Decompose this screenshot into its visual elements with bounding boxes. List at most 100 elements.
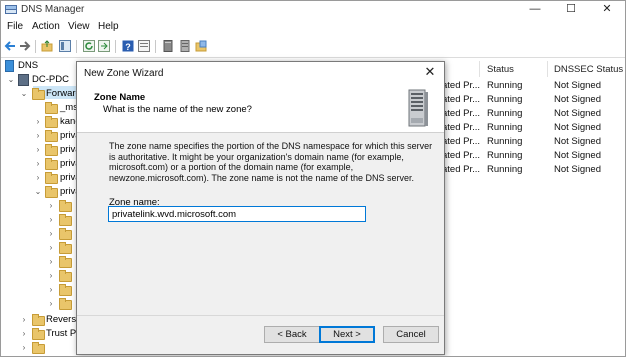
- folder-icon: [59, 298, 72, 310]
- zone-name-input[interactable]: privatelink.wvd.microsoft.com: [108, 206, 366, 222]
- refresh-icon[interactable]: [83, 40, 95, 52]
- help-icon[interactable]: ?: [122, 40, 134, 52]
- folder-icon: [45, 102, 58, 114]
- wizard-description: The zone name specifies the portion of t…: [109, 141, 433, 183]
- toolbar-separator: [155, 40, 156, 53]
- minimize-button[interactable]: —: [517, 1, 553, 19]
- folder-icon: [45, 116, 58, 128]
- chevron-right-icon[interactable]: ›: [47, 213, 55, 226]
- show-tree-icon[interactable]: [59, 40, 71, 52]
- folder-icon: [59, 242, 72, 254]
- chevron-right-icon[interactable]: ›: [34, 143, 42, 156]
- cell-status: Running: [487, 164, 523, 175]
- title-bar: DNS Manager — ☐ ✕: [1, 1, 625, 19]
- cell-type: ated Pr...: [442, 80, 481, 91]
- chevron-down-icon[interactable]: ⌄: [34, 185, 42, 198]
- chevron-right-icon[interactable]: ›: [47, 255, 55, 268]
- wizard-step-subtitle: What is the name of the new zone?: [103, 104, 252, 115]
- toolbar-separator: [76, 40, 77, 53]
- chevron-right-icon[interactable]: ›: [47, 283, 55, 296]
- folder-icon: [32, 328, 45, 340]
- chevron-right-icon[interactable]: ›: [20, 313, 28, 326]
- folder-icon: [32, 314, 45, 326]
- forward-arrow-icon[interactable]: [19, 40, 31, 52]
- cell-dnssec: Not Signed: [554, 122, 602, 133]
- dialog-title-bar: New Zone Wizard ✕: [77, 62, 444, 84]
- tree-label: DNS: [18, 60, 39, 71]
- folder-icon: [45, 158, 58, 170]
- menu-action[interactable]: Action: [32, 21, 60, 32]
- menu-view[interactable]: View: [68, 21, 90, 32]
- folder-icon: [59, 214, 72, 226]
- wizard-header: Zone Name What is the name of the new zo…: [77, 84, 444, 133]
- maximize-button[interactable]: ☐: [553, 1, 589, 19]
- dialog-close-button[interactable]: ✕: [422, 64, 438, 80]
- cell-type: ated Pr...: [442, 122, 481, 133]
- folder-icon: [32, 342, 45, 354]
- folder-icon: [59, 270, 72, 282]
- column-divider: [547, 61, 548, 77]
- column-header-status[interactable]: Status: [487, 64, 514, 75]
- wizard-step-title: Zone Name: [94, 92, 146, 103]
- menu-file[interactable]: File: [7, 21, 23, 32]
- cell-dnssec: Not Signed: [554, 108, 602, 119]
- cell-status: Running: [487, 136, 523, 147]
- cell-type: ated Pr...: [442, 94, 481, 105]
- cell-dnssec: Not Signed: [554, 94, 602, 105]
- back-arrow-icon[interactable]: [4, 40, 16, 52]
- properties-icon[interactable]: [138, 40, 150, 52]
- folder-icon: [59, 228, 72, 240]
- column-header-dnssec[interactable]: DNSSEC Status: [554, 64, 623, 75]
- folder-icon: [32, 88, 45, 100]
- cell-type: ated Pr...: [442, 164, 481, 175]
- chevron-right-icon[interactable]: ›: [34, 171, 42, 184]
- server-list-icon[interactable]: [179, 40, 191, 52]
- chevron-right-icon[interactable]: ›: [47, 269, 55, 282]
- folder-icon: [45, 186, 58, 198]
- chevron-right-icon[interactable]: ›: [20, 327, 28, 340]
- dns-manager-window: DNS Manager — ☐ ✕ File Action View Help …: [0, 0, 626, 357]
- chevron-right-icon[interactable]: ›: [47, 199, 55, 212]
- toolbar-separator: [115, 40, 116, 53]
- chevron-right-icon[interactable]: ›: [20, 341, 28, 354]
- cell-status: Running: [487, 108, 523, 119]
- folder-icon: [45, 172, 58, 184]
- chevron-right-icon[interactable]: ›: [34, 115, 42, 128]
- cell-type: ated Pr...: [442, 150, 481, 161]
- up-folder-icon[interactable]: [41, 40, 53, 52]
- dialog-separator: [77, 315, 444, 316]
- chevron-right-icon[interactable]: ›: [47, 297, 55, 310]
- server-tower-icon: [408, 89, 428, 127]
- server-icon[interactable]: [162, 40, 174, 52]
- cell-dnssec: Not Signed: [554, 136, 602, 147]
- cell-dnssec: Not Signed: [554, 80, 602, 91]
- cell-dnssec: Not Signed: [554, 150, 602, 161]
- column-divider: [479, 61, 480, 77]
- chevron-right-icon[interactable]: ›: [34, 129, 42, 142]
- next-button[interactable]: Next >: [319, 326, 375, 343]
- chevron-down-icon[interactable]: ⌄: [20, 87, 28, 100]
- folder-icon: [45, 130, 58, 142]
- cell-status: Running: [487, 150, 523, 161]
- tree-label: DC-PDC: [32, 74, 69, 85]
- cancel-button[interactable]: Cancel: [383, 326, 439, 343]
- server-icon: [18, 74, 29, 86]
- cell-status: Running: [487, 80, 523, 91]
- dialog-title: New Zone Wizard: [84, 68, 164, 79]
- chevron-right-icon[interactable]: ›: [34, 157, 42, 170]
- new-zone-wizard-dialog: New Zone Wizard ✕ Zone Name What is the …: [76, 61, 445, 355]
- cell-type: ated Pr...: [442, 136, 481, 147]
- folder-icon: [59, 256, 72, 268]
- folder-icon: [45, 144, 58, 156]
- chevron-right-icon[interactable]: ›: [47, 227, 55, 240]
- zone-icon[interactable]: [195, 40, 207, 52]
- cell-status: Running: [487, 122, 523, 133]
- chevron-right-icon[interactable]: ›: [47, 241, 55, 254]
- close-button[interactable]: ✕: [589, 1, 625, 19]
- back-button[interactable]: < Back: [264, 326, 320, 343]
- menu-help[interactable]: Help: [98, 21, 119, 32]
- cell-status: Running: [487, 94, 523, 105]
- svg-text:?: ?: [125, 42, 131, 52]
- export-list-icon[interactable]: [98, 40, 110, 52]
- chevron-down-icon[interactable]: ⌄: [7, 73, 15, 86]
